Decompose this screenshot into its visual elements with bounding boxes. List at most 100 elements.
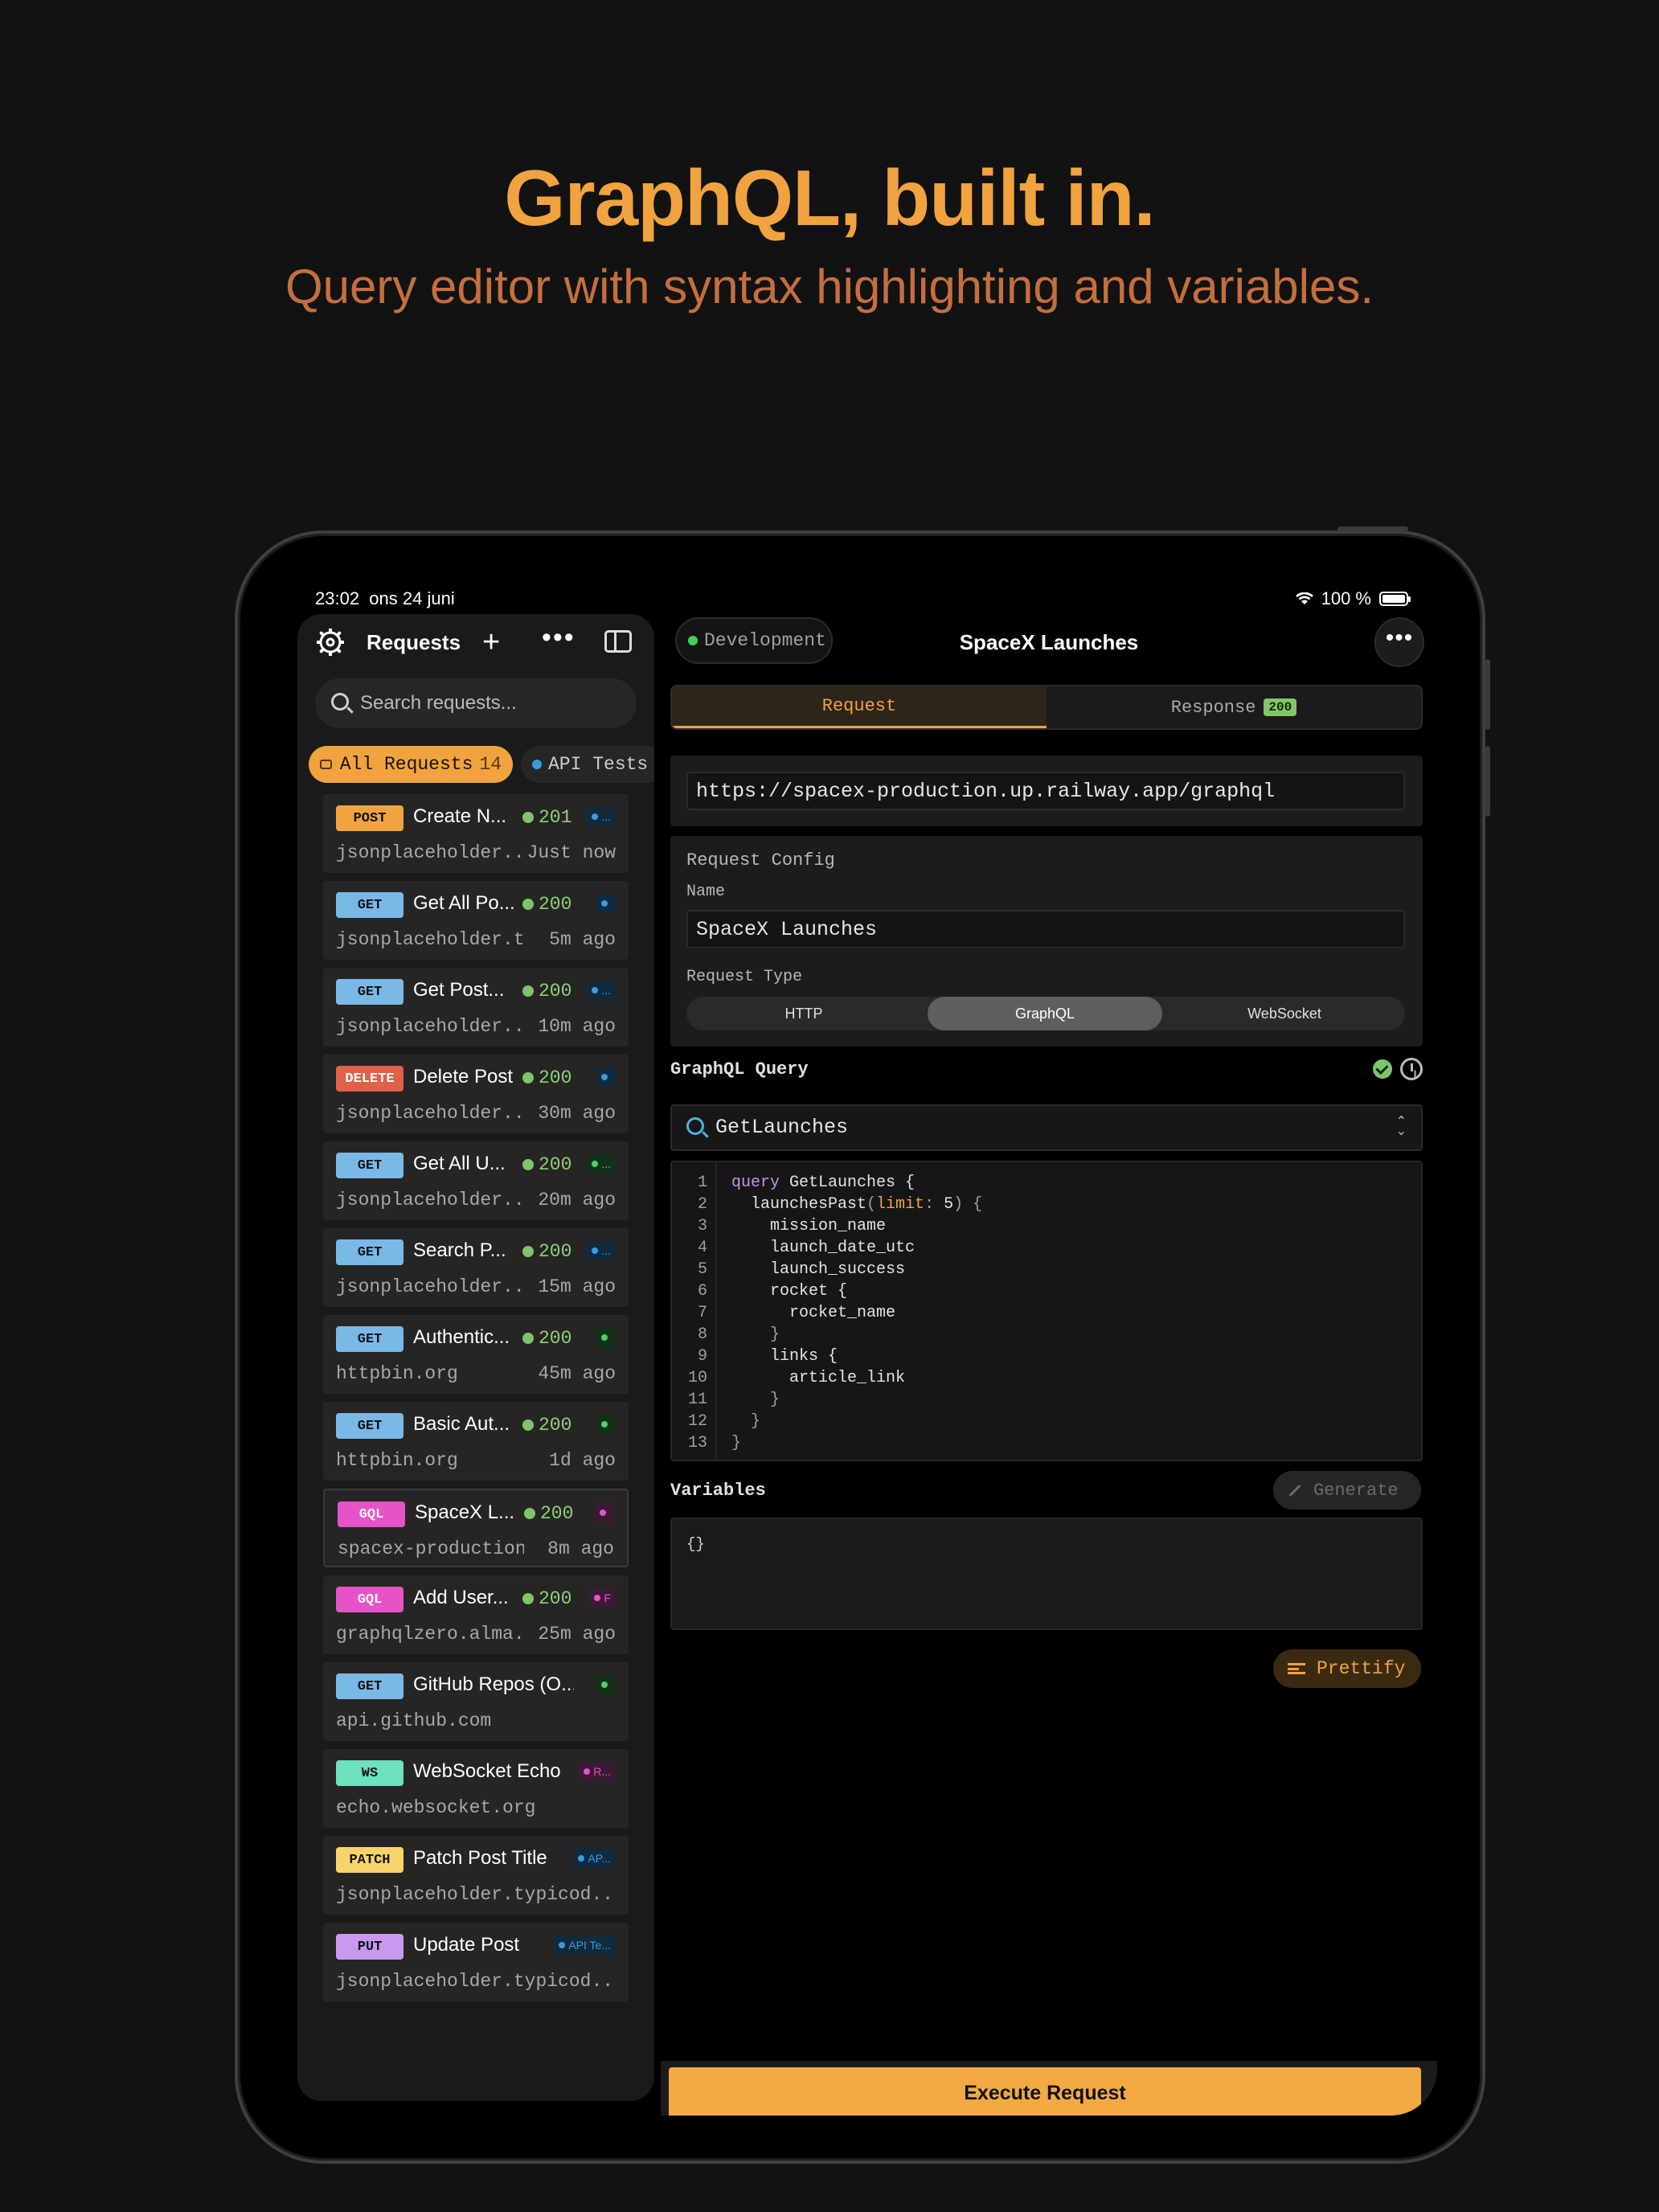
sidebar-more-icon[interactable]: ••• [542, 622, 576, 653]
request-status: 200 [524, 1503, 573, 1524]
ipad-screen: 23:02 ons 24 juni 100 % Requests + ••• S… [286, 579, 1437, 2116]
status-ok-icon [522, 1072, 534, 1083]
config-section-label: Request Config [686, 850, 835, 870]
requests-sidebar: Requests + ••• All Requests 14 API Tests… [297, 614, 654, 2101]
request-name: Get All U... [413, 1153, 506, 1174]
chip-api-tests[interactable]: API Tests [521, 746, 654, 783]
request-name: Search P... [413, 1239, 506, 1261]
tab-request[interactable]: Request [672, 686, 1047, 728]
request-time: 20m ago [538, 1190, 616, 1210]
generate-button[interactable]: Generate [1273, 1471, 1421, 1509]
response-status-badge: 200 [1264, 698, 1297, 716]
prettify-button[interactable]: Prettify [1273, 1649, 1421, 1688]
status-ok-icon [522, 1593, 534, 1604]
code-line: } [731, 1412, 761, 1431]
method-badge: GET [336, 979, 403, 1005]
request-list-item[interactable]: PATCH Patch Post Title AP... jsonplaceholde… [323, 1836, 629, 1915]
method-badge: GET [336, 1153, 403, 1178]
collection-dot-icon [601, 900, 608, 907]
code-line: query GetLaunches { [731, 1174, 916, 1192]
line-number: 4 [697, 1239, 707, 1257]
request-host: echo.websocket.org [336, 1797, 536, 1818]
query-valid-icon [1373, 1059, 1392, 1079]
request-list-item[interactable]: GET GitHub Repos (O... api.github.com [323, 1662, 629, 1741]
search-bar[interactable] [315, 678, 637, 728]
collection-dot-icon [601, 1682, 608, 1688]
request-status: 200 [522, 1328, 571, 1349]
toggle-sidebar-icon[interactable] [604, 630, 632, 653]
line-number: 12 [687, 1412, 707, 1431]
top-button [1337, 526, 1408, 531]
request-detail: Development SpaceX Launches ••• Request … [661, 614, 1437, 2116]
collection-tag: F [589, 1588, 616, 1608]
request-list-item[interactable]: PUT Update Post API Te... jsonplaceholder.t… [323, 1923, 629, 2001]
request-host: jsonplaceholder... [336, 1190, 522, 1210]
request-title: SpaceX Launches [959, 630, 1139, 654]
type-graphql[interactable]: GraphQL [928, 997, 1162, 1030]
request-list-item[interactable]: GQL Add User... 200 Fgraphqlzero.alma... 25m… [323, 1575, 629, 1654]
url-field[interactable]: https://spacex-production.up.railway.app… [686, 772, 1405, 810]
settings-gear-icon[interactable] [317, 629, 344, 656]
collection-dot-icon [584, 1768, 591, 1775]
request-name: GitHub Repos (O... [413, 1673, 574, 1695]
request-host: jsonplaceholder... [336, 1276, 522, 1297]
collection-tag [596, 894, 616, 913]
variables-editor[interactable]: {} [670, 1518, 1423, 1630]
type-label: Request Type [686, 968, 803, 986]
request-host: jsonplaceholder.t... [336, 929, 522, 950]
request-list-item[interactable]: GQL SpaceX L... 200spacex-production... 8m … [323, 1489, 629, 1567]
method-badge: GET [336, 1413, 403, 1439]
request-list-item[interactable]: GET Search P... 200... jsonplaceholder... 15… [323, 1228, 629, 1307]
request-host: api.github.com [336, 1710, 492, 1731]
line-number: 13 [687, 1434, 707, 1452]
add-request-icon[interactable]: + [482, 625, 500, 660]
request-list-item[interactable]: GET Get All U... 200... jsonplaceholder... 2… [323, 1141, 629, 1220]
request-host: jsonplaceholder.typicod... [336, 1884, 616, 1905]
code-line: mission_name [731, 1217, 887, 1235]
code-line: article_link [731, 1369, 906, 1387]
tab-response[interactable]: Response 200 [1047, 686, 1421, 728]
request-list-item[interactable]: WS WebSocket Echo R... echo.websocket.org [323, 1749, 629, 1828]
method-badge: POST [336, 805, 403, 831]
more-options-button[interactable]: ••• [1374, 617, 1424, 667]
name-field[interactable]: SpaceX Launches [686, 910, 1405, 948]
sidebar-title: Requests [367, 630, 461, 654]
query-editor[interactable]: 1 2 3 4 5 6 7 8 9 10 11 12 13 query GetLaunches { la… [670, 1161, 1423, 1461]
execute-request-button[interactable]: Execute Request [669, 2067, 1421, 2116]
status-bar: 23:02 ons 24 juni 100 % [286, 579, 1437, 619]
request-list-item[interactable]: GET Get Post... 200... jsonplaceholder... 10… [323, 968, 629, 1047]
request-host: jsonplaceholder... [336, 1103, 522, 1124]
collection-tag: ... [587, 1154, 616, 1174]
request-name: Basic Aut... [413, 1413, 510, 1435]
request-name: WebSocket Echo [413, 1760, 561, 1782]
status-ok-icon [522, 1159, 534, 1170]
collection-dot-icon [601, 1421, 608, 1428]
operation-select[interactable]: GetLaunches ⌃ ⌄ [670, 1104, 1423, 1151]
request-status: 201 [522, 807, 571, 828]
method-badge: GQL [338, 1501, 405, 1527]
history-icon[interactable] [1400, 1058, 1423, 1080]
status-ok-icon [522, 812, 534, 823]
request-list-item[interactable]: DELETE Delete Post 200 jsonplaceholder... 30… [323, 1055, 629, 1133]
type-http[interactable]: HTTP [686, 997, 921, 1030]
request-name: Patch Post Title [413, 1847, 547, 1869]
line-number: 8 [697, 1325, 707, 1344]
collection-dot-icon [601, 1074, 608, 1080]
chip-count: 14 [479, 754, 502, 775]
code-line: launch_success [731, 1260, 906, 1279]
method-badge: GQL [336, 1587, 403, 1612]
request-list-item[interactable]: GET Authentic... 200 httpbin.org 45m ago [323, 1315, 629, 1394]
type-websocket[interactable]: WebSocket [1167, 997, 1402, 1030]
request-list-item[interactable]: GET Get All Po... 200jsonplaceholder.t... 5… [323, 881, 629, 960]
request-status: 200 [522, 1067, 571, 1088]
status-ok-icon [522, 1333, 534, 1344]
request-host: jsonplaceholder.typicod... [336, 1971, 616, 1992]
line-number: 5 [697, 1260, 707, 1279]
chip-all-requests[interactable]: All Requests 14 [309, 746, 513, 783]
request-list-item[interactable]: GET Basic Aut... 200 httpbin.org 1d ago [323, 1402, 629, 1481]
search-input[interactable] [360, 688, 617, 719]
variables-label: Variables [670, 1481, 766, 1501]
request-list-item[interactable]: POST Create N... 201... jsonplaceholder... J… [323, 794, 629, 873]
method-badge: GET [336, 892, 403, 918]
request-status: 200 [522, 1154, 571, 1175]
